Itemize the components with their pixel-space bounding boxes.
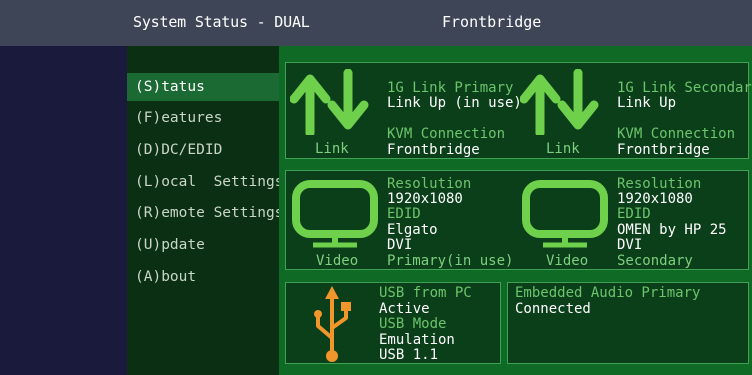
usb-mode-value: Emulation	[379, 332, 455, 348]
video-secondary-res-value: 1920x1080	[617, 191, 693, 207]
menu-item-ddc-edid[interactable]: (D)DC/EDID	[127, 136, 279, 164]
page-title: System Status - DUAL	[133, 13, 310, 31]
link-arrows-icon	[520, 69, 599, 135]
link-secondary-title: 1G Link Secondary	[617, 80, 752, 96]
video-panel: Video Resolution 1920x1080 EDID Elgato D…	[285, 170, 749, 270]
video-primary-res-value: 1920x1080	[387, 191, 463, 207]
link-primary-status: Link Up (in use)	[387, 95, 522, 111]
video-secondary-role: Secondary	[617, 253, 693, 269]
video-primary-caption: Video	[316, 253, 359, 269]
video-secondary-edid-label: EDID	[617, 206, 651, 222]
video-secondary-port: DVI	[617, 237, 643, 253]
usb-from-value: Active	[379, 301, 430, 317]
usb-mode-label: USB Mode	[379, 316, 447, 332]
link-secondary-caption: Link	[546, 141, 580, 157]
usb-panel: USB from PC Active USB Mode Emulation US…	[285, 282, 501, 364]
video-primary-res-label: Resolution	[387, 176, 472, 192]
video-secondary-edid-value: OMEN by HP 25	[617, 222, 727, 238]
link-primary-conn-label: KVM Connection	[387, 126, 506, 142]
video-secondary-res-label: Resolution	[617, 176, 702, 192]
link-primary-title: 1G Link Primary	[387, 80, 514, 96]
menu-item-update[interactable]: (U)pdate	[127, 231, 279, 259]
usb-from-label: USB from PC	[379, 285, 472, 301]
title-bar: System Status - DUAL Frontbridge	[0, 0, 752, 46]
menu-item-about[interactable]: (A)bout	[127, 263, 279, 291]
menu-item-local-settings[interactable]: (L)ocal Settings	[127, 168, 283, 196]
video-primary-edid-value: Elgato	[387, 222, 438, 238]
video-primary-role: Primary(in use)	[387, 253, 514, 269]
monitor-icon	[522, 180, 608, 248]
status-content: Link 1G Link Primary Link Up (in use) KV…	[279, 46, 752, 375]
video-secondary-caption: Video	[546, 253, 589, 269]
menu-item-remote-settings[interactable]: (R)emote Settings	[127, 199, 283, 227]
audio-value: Connected	[515, 301, 591, 317]
monitor-icon	[292, 180, 378, 248]
link-arrows-icon	[290, 69, 369, 135]
usb-version: USB 1.1	[379, 347, 439, 363]
menu-item-status[interactable]: (S)tatus	[127, 73, 279, 101]
link-panel: Link 1G Link Primary Link Up (in use) KV…	[285, 62, 752, 159]
link-secondary-conn-label: KVM Connection	[617, 126, 736, 142]
audio-panel: Embedded Audio Primary Connected	[507, 282, 749, 364]
host-name: Frontbridge	[442, 13, 542, 31]
video-primary-port: DVI	[387, 237, 413, 253]
menu-item-features[interactable]: (F)eatures	[127, 104, 279, 132]
video-primary-edid-label: EDID	[387, 206, 421, 222]
usb-icon	[314, 286, 351, 362]
link-secondary-conn-value: Frontbridge	[617, 142, 710, 158]
audio-label: Embedded Audio Primary	[515, 285, 701, 301]
main-menu: (S)tatus (F)eatures (D)DC/EDID (L)ocal S…	[127, 46, 283, 375]
left-margin	[0, 46, 127, 375]
link-primary-caption: Link	[315, 141, 349, 157]
link-secondary-status: Link Up	[617, 95, 677, 111]
link-primary-conn-value: Frontbridge	[387, 142, 480, 158]
